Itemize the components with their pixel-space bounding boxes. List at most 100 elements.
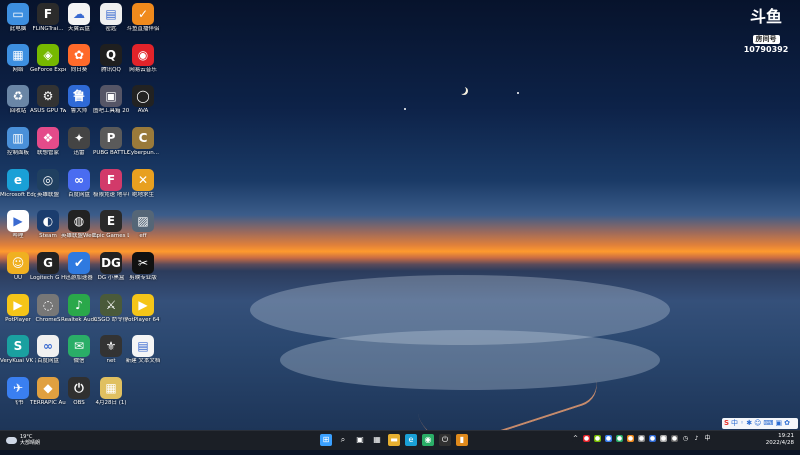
desktop-icon[interactable]: ◍英雄联盟WeGame xyxy=(61,210,97,250)
ime-button[interactable]: 中 xyxy=(731,418,738,429)
desktop-icon[interactable]: ✿ 向日葵 xyxy=(61,44,97,84)
cyberpunk-icon: C xyxy=(132,127,154,149)
obs-taskbar-icon[interactable]: ⏻ xyxy=(439,434,451,446)
obs-icon: ⏻ xyxy=(68,377,90,399)
steam-icon: ◐ xyxy=(37,210,59,232)
file-explorer-icon[interactable]: ▬ xyxy=(388,434,400,446)
douyu-taskbar-icon[interactable]: ▮ xyxy=(456,434,468,446)
desktop-icon-label: PotPlayer 64 bit xyxy=(125,317,161,323)
lol-icon: ◎ xyxy=(37,169,59,191)
tray-icon-4[interactable]: ● xyxy=(616,435,623,442)
search-icon[interactable]: ⌕ xyxy=(337,434,349,446)
widgets-icon[interactable]: ▦ xyxy=(371,434,383,446)
taskbar: 19°C 大部晴朗 ⊞ ⌕ ▣ ▦ ▬ e ◉ ⏻ ▮ ^ ● ● ● ● ● ● ● ● ● ◷ ♪ 中 19:21 … xyxy=(0,430,800,450)
desktop-icon[interactable]: ▤ 密匙 xyxy=(93,3,129,43)
ime-button[interactable]: ⌨ xyxy=(763,418,773,429)
epic-icon: E xyxy=(100,210,122,232)
wifi-icon[interactable]: ◷ xyxy=(682,435,689,442)
desktop-icon-label: 斗鱼直播伴侣 xyxy=(126,26,160,32)
desktop-icon[interactable]: ◉ 网易云音乐 xyxy=(125,44,161,84)
task-view-icon[interactable]: ▣ xyxy=(354,434,366,446)
xunlei-icon: ✦ xyxy=(68,127,90,149)
control-panel-icon: ▥ xyxy=(7,127,29,149)
douyu-logo: 斗鱼 xyxy=(749,7,782,26)
pubg-icon: P xyxy=(100,127,122,149)
desktop-icon[interactable]: ✕ 绝地求生 xyxy=(125,169,161,209)
netease-music-icon: ◉ xyxy=(132,44,154,66)
moon-decoration xyxy=(458,86,466,94)
desktop-icon[interactable]: ✦ 迅雷 xyxy=(61,127,97,167)
desktop-icon[interactable]: F极限竞速 地平线5 xyxy=(93,169,129,209)
desktop-icon-label: 迅雷 xyxy=(73,150,85,156)
forza-icon: F xyxy=(100,169,122,191)
desktop-icon[interactable]: ⚜ net xyxy=(93,335,129,375)
clock[interactable]: 19:21 2022/4/28 xyxy=(766,433,794,447)
desktop-icon[interactable]: ▨ eff xyxy=(125,210,161,250)
desktop-icon-label: DG 小黑盒 xyxy=(97,275,125,281)
weather-widget[interactable]: 19°C 大部晴朗 xyxy=(6,434,40,446)
fling-trainer-icon: F xyxy=(37,3,59,25)
tray-icon-8[interactable]: ● xyxy=(660,435,667,442)
desktop-icon-label: 鲁大师 xyxy=(70,108,88,114)
desktop-icon[interactable]: 鲁鲁大师 xyxy=(61,85,97,125)
desktop-icon[interactable]: DG DG 小黑盒 xyxy=(93,252,129,292)
ime-toolbar[interactable]: S 中 ◦ ✱ ☺ ⌨ ▣ ✿ xyxy=(722,418,798,429)
net-icon: ⚜ xyxy=(100,335,122,357)
desktop-icon[interactable]: ▦ 4月28日 (1) xyxy=(93,377,129,417)
desktop-icon[interactable]: C Cyberpun... xyxy=(125,127,161,167)
desktop-icon-label: 天翼云盘 xyxy=(67,26,90,32)
desktop-icon[interactable]: ⚔ CSGO 命令行 xyxy=(93,294,129,334)
desktop-icon[interactable]: ✔ 迅游加速器 xyxy=(61,252,97,292)
tray-icon-2[interactable]: ● xyxy=(594,435,601,442)
desktop-icon[interactable]: ⏻ OBS xyxy=(61,377,97,417)
edge-taskbar-icon[interactable]: e xyxy=(405,434,417,446)
ime-button[interactable]: ✿ xyxy=(784,418,790,429)
potplayer64-icon: ▶ xyxy=(132,294,154,316)
douyu-watermark: 斗鱼 房间号 10790392 xyxy=(742,7,790,55)
volume-icon[interactable]: ♪ xyxy=(693,435,700,442)
desktop-icon-label: Epic Games Launcher xyxy=(93,233,129,239)
desktop-icon[interactable]: EEpic Games Launcher xyxy=(93,210,129,250)
tray-icon-7[interactable]: ● xyxy=(649,435,656,442)
start-icon[interactable]: ⊞ xyxy=(320,434,332,446)
desktop-icon[interactable]: ▶PotPlayer 64 bit xyxy=(125,294,161,334)
desktop-icon[interactable]: Q 腾讯QQ xyxy=(93,44,129,84)
tray-icon-6[interactable]: ● xyxy=(638,435,645,442)
desktop-icon[interactable]: ∞ 百度网盘 xyxy=(61,169,97,209)
chevron-up-icon[interactable]: ^ xyxy=(572,435,579,442)
qq-icon: Q xyxy=(100,44,122,66)
desktop-icon[interactable]: ▤ 新建 文本文档 xyxy=(125,335,161,375)
uu-booster-icon: ☺ xyxy=(7,252,29,274)
desktop-icon[interactable]: ✉ 微信 xyxy=(61,335,97,375)
ime-icon[interactable]: 中 xyxy=(704,435,711,442)
potplayer-icon: ▶ xyxy=(7,294,29,316)
desktop-icon[interactable]: ✂ 剪映专业版 xyxy=(125,252,161,292)
desktop-icon[interactable]: ◯ AVA xyxy=(125,85,161,125)
booster-icon: ✔ xyxy=(68,252,90,274)
tray-icon-9[interactable]: ● xyxy=(671,435,678,442)
desktop-icon-label: 网易云音乐 xyxy=(129,67,157,73)
tray-icon-5[interactable]: ● xyxy=(627,435,634,442)
ime-button[interactable]: ◦ xyxy=(740,418,744,429)
desktop-icon[interactable]: ♪ Realtek Audio xyxy=(61,294,97,334)
asus-gpu-icon: ⚙ xyxy=(37,85,59,107)
desktop-icon[interactable]: ▣图吧工具箱 2022 xyxy=(93,85,129,125)
desktop-icon-label: 密匙 xyxy=(105,26,117,32)
wegame-icon: ◍ xyxy=(68,210,90,232)
folder-icon: ▦ xyxy=(100,377,122,399)
desktop-icon-label: OBS xyxy=(73,400,85,406)
ime-button[interactable]: ☺ xyxy=(754,418,761,429)
ime-button[interactable]: ▣ xyxy=(775,418,782,429)
tray-icon-3[interactable]: ● xyxy=(605,435,612,442)
recycle-bin-icon: ♻ xyxy=(7,85,29,107)
ime-button[interactable]: ✱ xyxy=(746,418,752,429)
verykuai-icon: S xyxy=(7,335,29,357)
feishu-icon: ✈ xyxy=(7,377,29,399)
app-taskbar-icon-1[interactable]: ◉ xyxy=(422,434,434,446)
tray-icon-1[interactable]: ● xyxy=(583,435,590,442)
desktop-icon[interactable]: PPUBG BATTLEGR... xyxy=(93,127,129,167)
sogou-icon[interactable]: S xyxy=(724,418,729,429)
desktop-icon-label: 向日葵 xyxy=(70,67,88,73)
desktop-icon[interactable]: ☁ 天翼云盘 xyxy=(61,3,97,43)
desktop-icon[interactable]: ✓ 斗鱼直播伴侣 xyxy=(125,3,161,43)
